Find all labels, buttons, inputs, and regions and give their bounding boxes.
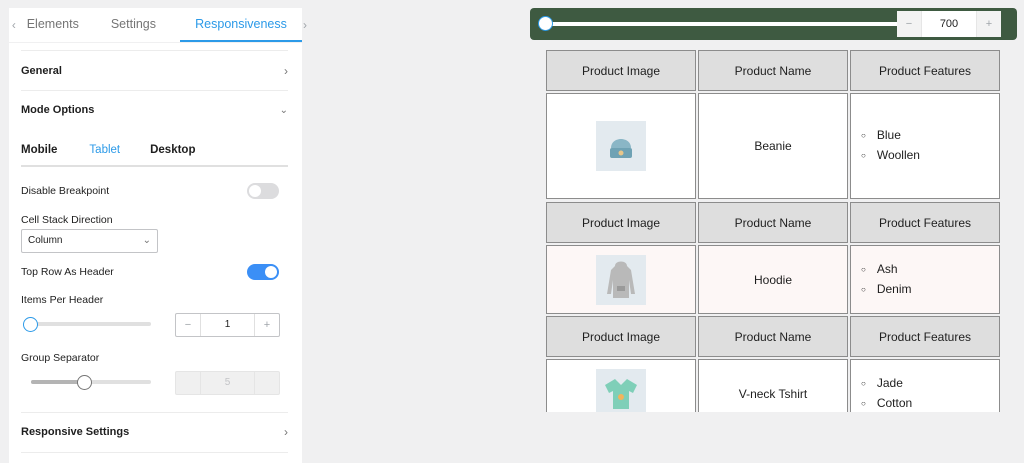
items-per-header-slider-thumb[interactable]: [23, 317, 38, 332]
table-cell-features: Ash Denim: [850, 245, 1000, 314]
decrement-button[interactable]: −: [897, 11, 921, 37]
section-mode-options-title: Mode Options: [21, 104, 95, 116]
sidebar: ‹ Elements Settings Responsiveness › Gen…: [0, 0, 307, 463]
table-cell-image: [546, 93, 696, 199]
section-responsive-settings[interactable]: Responsive Settings ›: [21, 412, 288, 452]
group-separator-value: 5: [200, 372, 255, 394]
header-cell-name: Product Name: [698, 202, 848, 243]
header-cell-name: Product Name: [698, 316, 848, 357]
toggle-knob: [249, 185, 261, 197]
cell-stack-direction-value: Column: [28, 235, 63, 246]
chevron-right-icon: ›: [284, 425, 288, 439]
list-item: Denim: [861, 280, 912, 300]
tabs-scroll-right-icon[interactable]: ›: [300, 18, 310, 32]
table-cell-name: Beanie: [698, 93, 848, 199]
beanie-icon: [596, 121, 646, 171]
increment-button[interactable]: +: [977, 11, 1001, 37]
preview-width-bar: − 700 +: [530, 8, 1017, 40]
tabs-divider: [9, 42, 302, 43]
list-item: Cotton: [861, 394, 912, 412]
chevron-right-icon: ›: [284, 64, 288, 78]
table-cell-features: Blue Woollen: [850, 93, 1000, 199]
section-mode-options[interactable]: Mode Options ⌄: [21, 90, 288, 130]
mode-tabs: Mobile Tablet Desktop: [21, 142, 288, 174]
disable-breakpoint-label: Disable Breakpoint: [21, 185, 110, 197]
preview-width-value[interactable]: 700: [921, 11, 977, 37]
list-item: Blue: [861, 126, 920, 146]
preview-width-slider-track[interactable]: [544, 22, 902, 26]
tshirt-icon: [596, 369, 646, 412]
table-cell-image: [546, 245, 696, 314]
toggle-knob: [265, 266, 277, 278]
group-separator-label: Group Separator: [21, 352, 100, 364]
header-cell-features: Product Features: [850, 50, 1000, 91]
top-row-as-header-toggle[interactable]: [247, 264, 279, 280]
header-cell-image: Product Image: [546, 50, 696, 91]
header-cell-image: Product Image: [546, 316, 696, 357]
list-item: Ash: [861, 260, 912, 280]
chevron-down-icon: ⌄: [279, 104, 288, 116]
tab-responsiveness[interactable]: Responsiveness: [180, 8, 302, 42]
divider: [21, 452, 288, 453]
panel-tabs: ‹ Elements Settings Responsiveness ›: [9, 8, 307, 42]
mode-tab-tablet[interactable]: Tablet: [89, 142, 120, 174]
increment-button[interactable]: +: [255, 319, 279, 331]
preview-width-slider-thumb[interactable]: [538, 16, 553, 31]
section-responsive-settings-title: Responsive Settings: [21, 426, 130, 438]
group-separator-slider-thumb[interactable]: [77, 375, 92, 390]
header-cell-name: Product Name: [698, 50, 848, 91]
top-row-as-header-label: Top Row As Header: [21, 266, 114, 278]
table-cell-features: Jade Cotton: [850, 359, 1000, 412]
mode-tab-desktop[interactable]: Desktop: [150, 142, 195, 174]
disable-breakpoint-toggle[interactable]: [247, 183, 279, 199]
list-item: Jade: [861, 374, 912, 394]
items-per-header-slider-track[interactable]: [25, 322, 151, 326]
tabs-scroll-left-icon[interactable]: ‹: [9, 18, 19, 32]
cell-stack-direction-label: Cell Stack Direction: [21, 214, 113, 226]
tab-settings[interactable]: Settings: [103, 8, 164, 42]
items-per-header-stepper: − 1 +: [175, 313, 280, 337]
section-general[interactable]: General ›: [21, 51, 288, 91]
mode-tabs-underline: [21, 165, 288, 167]
chevron-down-icon: ⌄: [142, 235, 151, 246]
header-cell-image: Product Image: [546, 202, 696, 243]
header-cell-features: Product Features: [850, 316, 1000, 357]
section-general-title: General: [21, 65, 62, 77]
table-cell-name: V-neck Tshirt: [698, 359, 848, 412]
settings-panel: ‹ Elements Settings Responsiveness › Gen…: [9, 8, 307, 463]
list-item: Woollen: [861, 146, 920, 166]
group-separator-stepper: 5: [175, 371, 280, 395]
cell-stack-direction-select[interactable]: Column ⌄: [21, 229, 158, 253]
items-per-header-label: Items Per Header: [21, 294, 104, 306]
mode-tab-mobile[interactable]: Mobile: [21, 142, 57, 174]
table-cell-image: [546, 359, 696, 412]
tab-elements[interactable]: Elements: [19, 8, 87, 42]
header-cell-features: Product Features: [850, 202, 1000, 243]
table-cell-name: Hoodie: [698, 245, 848, 314]
preview-width-stepper: − 700 +: [897, 11, 1001, 37]
hoodie-icon: [596, 254, 646, 305]
product-table: Product Image Product Name Product Featu…: [546, 50, 1001, 412]
decrement-button[interactable]: −: [176, 319, 200, 331]
items-per-header-value[interactable]: 1: [200, 314, 255, 336]
